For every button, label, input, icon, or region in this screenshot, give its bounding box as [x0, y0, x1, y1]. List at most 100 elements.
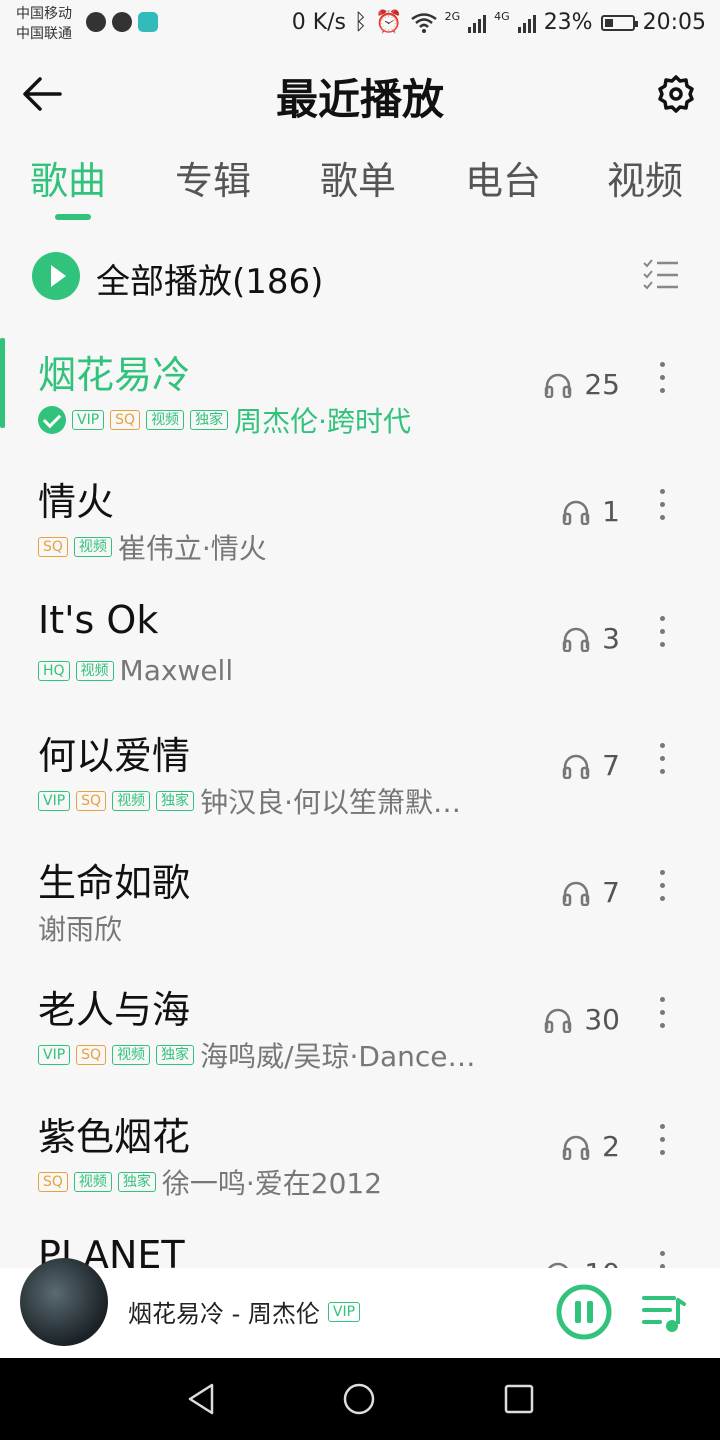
play-all-icon[interactable]	[32, 252, 80, 300]
song-row[interactable]: 生命如歌 谢雨欣 7	[0, 842, 720, 966]
now-playing: 烟花易冷 - 周杰伦 VIP	[128, 1294, 361, 1329]
carriers: 中国移动 中国联通	[16, 4, 72, 44]
play-count-value: 3	[602, 622, 620, 655]
more-options-icon[interactable]	[656, 997, 668, 1037]
wifi-icon	[410, 12, 437, 33]
song-title: 生命如歌	[38, 861, 191, 905]
video-tag: 视频	[73, 537, 112, 557]
sq-tag: SQ	[76, 1045, 107, 1065]
chat-icon	[112, 12, 132, 32]
song-meta: VIP SQ 视频 独家 周杰伦·跨时代	[38, 400, 411, 440]
song-title: 情火	[38, 480, 115, 524]
gear-icon[interactable]	[656, 74, 696, 114]
exclusive-tag: 独家	[156, 791, 195, 811]
status-right: 0 K/s ᛒ ⏰ 2G 4G 23% 20:05	[292, 10, 706, 35]
header: 最近播放	[0, 52, 720, 136]
nav-home-icon[interactable]	[342, 1382, 376, 1416]
battery-icon	[600, 14, 638, 31]
song-title: 老人与海	[38, 988, 191, 1032]
headphone-icon	[562, 754, 590, 779]
nav-back-icon[interactable]	[184, 1382, 218, 1416]
song-row[interactable]: 紫色烟花 SQ 视频 独家 徐一鸣·爱在2012 2	[0, 1096, 720, 1220]
song-meta: VIP SQ 视频 独家 钟汉良·何以笙箫默…	[38, 781, 461, 821]
more-options-icon[interactable]	[656, 616, 668, 656]
play-count-value: 1	[602, 495, 620, 528]
hq-tag: HQ	[38, 660, 70, 681]
battery-percent: 23%	[543, 10, 593, 35]
sq-tag: SQ	[38, 537, 68, 557]
more-options-icon[interactable]	[656, 870, 668, 910]
song-row[interactable]: It's Ok HQ 视频 Maxwell 3	[0, 588, 720, 712]
exclusive-tag: 独家	[190, 410, 229, 430]
song-row[interactable]: 何以爱情 VIP SQ 视频 独家 钟汉良·何以笙箫默… 7	[0, 715, 720, 839]
exclusive-tag: 独家	[117, 1172, 156, 1192]
active-tab-indicator	[55, 214, 91, 220]
video-tag: 视频	[112, 791, 151, 811]
notification-icons	[86, 12, 158, 32]
song-title: 何以爱情	[38, 734, 191, 778]
play-all-label: 全部播放(186)	[96, 262, 324, 302]
more-options-icon[interactable]	[656, 743, 668, 783]
tab-videos[interactable]: 视频	[607, 150, 683, 205]
tab-albums[interactable]: 专辑	[175, 150, 251, 205]
song-row[interactable]: 情火 SQ 视频 崔伟立·情火 1	[0, 461, 720, 585]
song-artist: 周杰伦·跨时代	[234, 405, 411, 438]
song-artist: 海鸣威/吴琼·Dance…	[200, 1040, 476, 1073]
sq-tag: SQ	[38, 1172, 68, 1192]
song-artist: 谢雨欣	[38, 913, 123, 946]
system-navigation-bar	[0, 1358, 720, 1440]
tab-radio[interactable]: 电台	[465, 150, 541, 205]
tab-playlists[interactable]: 歌单	[320, 150, 396, 205]
page-title: 最近播放	[275, 75, 444, 124]
signal-icon-2	[517, 13, 536, 33]
more-options-icon[interactable]	[656, 489, 668, 529]
video-tag: 视频	[146, 410, 185, 430]
nav-recents-icon[interactable]	[504, 1384, 534, 1414]
album-cover[interactable]	[20, 1258, 108, 1346]
multi-select-icon[interactable]	[642, 258, 680, 292]
play-count-value: 7	[602, 876, 620, 909]
net-type-2: 4G	[494, 10, 510, 23]
bluetooth-icon: ᛒ	[354, 10, 368, 35]
song-artist: 钟汉良·何以笙箫默…	[200, 786, 461, 819]
play-count: 30	[544, 1003, 620, 1036]
song-meta: SQ 视频 崔伟立·情火	[38, 527, 267, 567]
signal-icon-1	[468, 13, 487, 33]
song-title: 烟花易冷	[38, 353, 191, 397]
now-playing-indicator	[0, 338, 5, 428]
play-count-value: 30	[584, 1003, 620, 1036]
song-title: It's Ok	[38, 598, 159, 642]
headphone-icon	[545, 373, 572, 398]
globe-icon	[86, 12, 106, 32]
play-count: 2	[562, 1130, 620, 1163]
play-count: 25	[544, 368, 620, 401]
playlist-queue-icon[interactable]	[640, 1290, 686, 1336]
tab-bar: 歌曲 专辑 歌单 电台 视频	[0, 150, 720, 220]
play-all-row[interactable]: 全部播放(186)	[0, 240, 720, 312]
song-meta: 谢雨欣	[38, 908, 122, 948]
clock: 20:05	[642, 10, 706, 35]
sq-tag: SQ	[76, 791, 107, 811]
headphone-icon	[562, 881, 590, 906]
vip-tag: VIP	[38, 1045, 71, 1065]
play-count: 7	[562, 749, 620, 782]
song-row[interactable]: 烟花易冷 VIP SQ 视频 独家 周杰伦·跨时代 25	[0, 334, 720, 458]
headphone-icon	[562, 500, 590, 525]
video-tag: 视频	[73, 1172, 112, 1192]
song-title: 紫色烟花	[38, 1115, 191, 1159]
song-meta: HQ 视频 Maxwell	[38, 654, 233, 687]
pause-icon[interactable]	[556, 1284, 612, 1340]
tab-songs[interactable]: 歌曲	[30, 150, 106, 205]
status-bar: 中国移动 中国联通 0 K/s ᛒ ⏰ 2G 4G 23% 20:05	[0, 0, 720, 52]
song-artist: 徐一鸣·爱在2012	[161, 1167, 383, 1200]
song-meta: SQ 视频 独家 徐一鸣·爱在2012	[38, 1162, 382, 1202]
song-row[interactable]: 老人与海 VIP SQ 视频 独家 海鸣威/吴琼·Dance… 30	[0, 969, 720, 1093]
carrier-1: 中国移动	[16, 6, 72, 22]
sq-tag: SQ	[110, 410, 141, 430]
downloaded-check-icon	[38, 406, 66, 434]
mini-player[interactable]: 烟花易冷 - 周杰伦 VIP	[0, 1258, 720, 1358]
more-options-icon[interactable]	[656, 362, 668, 402]
more-options-icon[interactable]	[656, 1124, 668, 1164]
vip-tag: VIP	[72, 410, 105, 430]
play-count: 1	[562, 495, 620, 528]
